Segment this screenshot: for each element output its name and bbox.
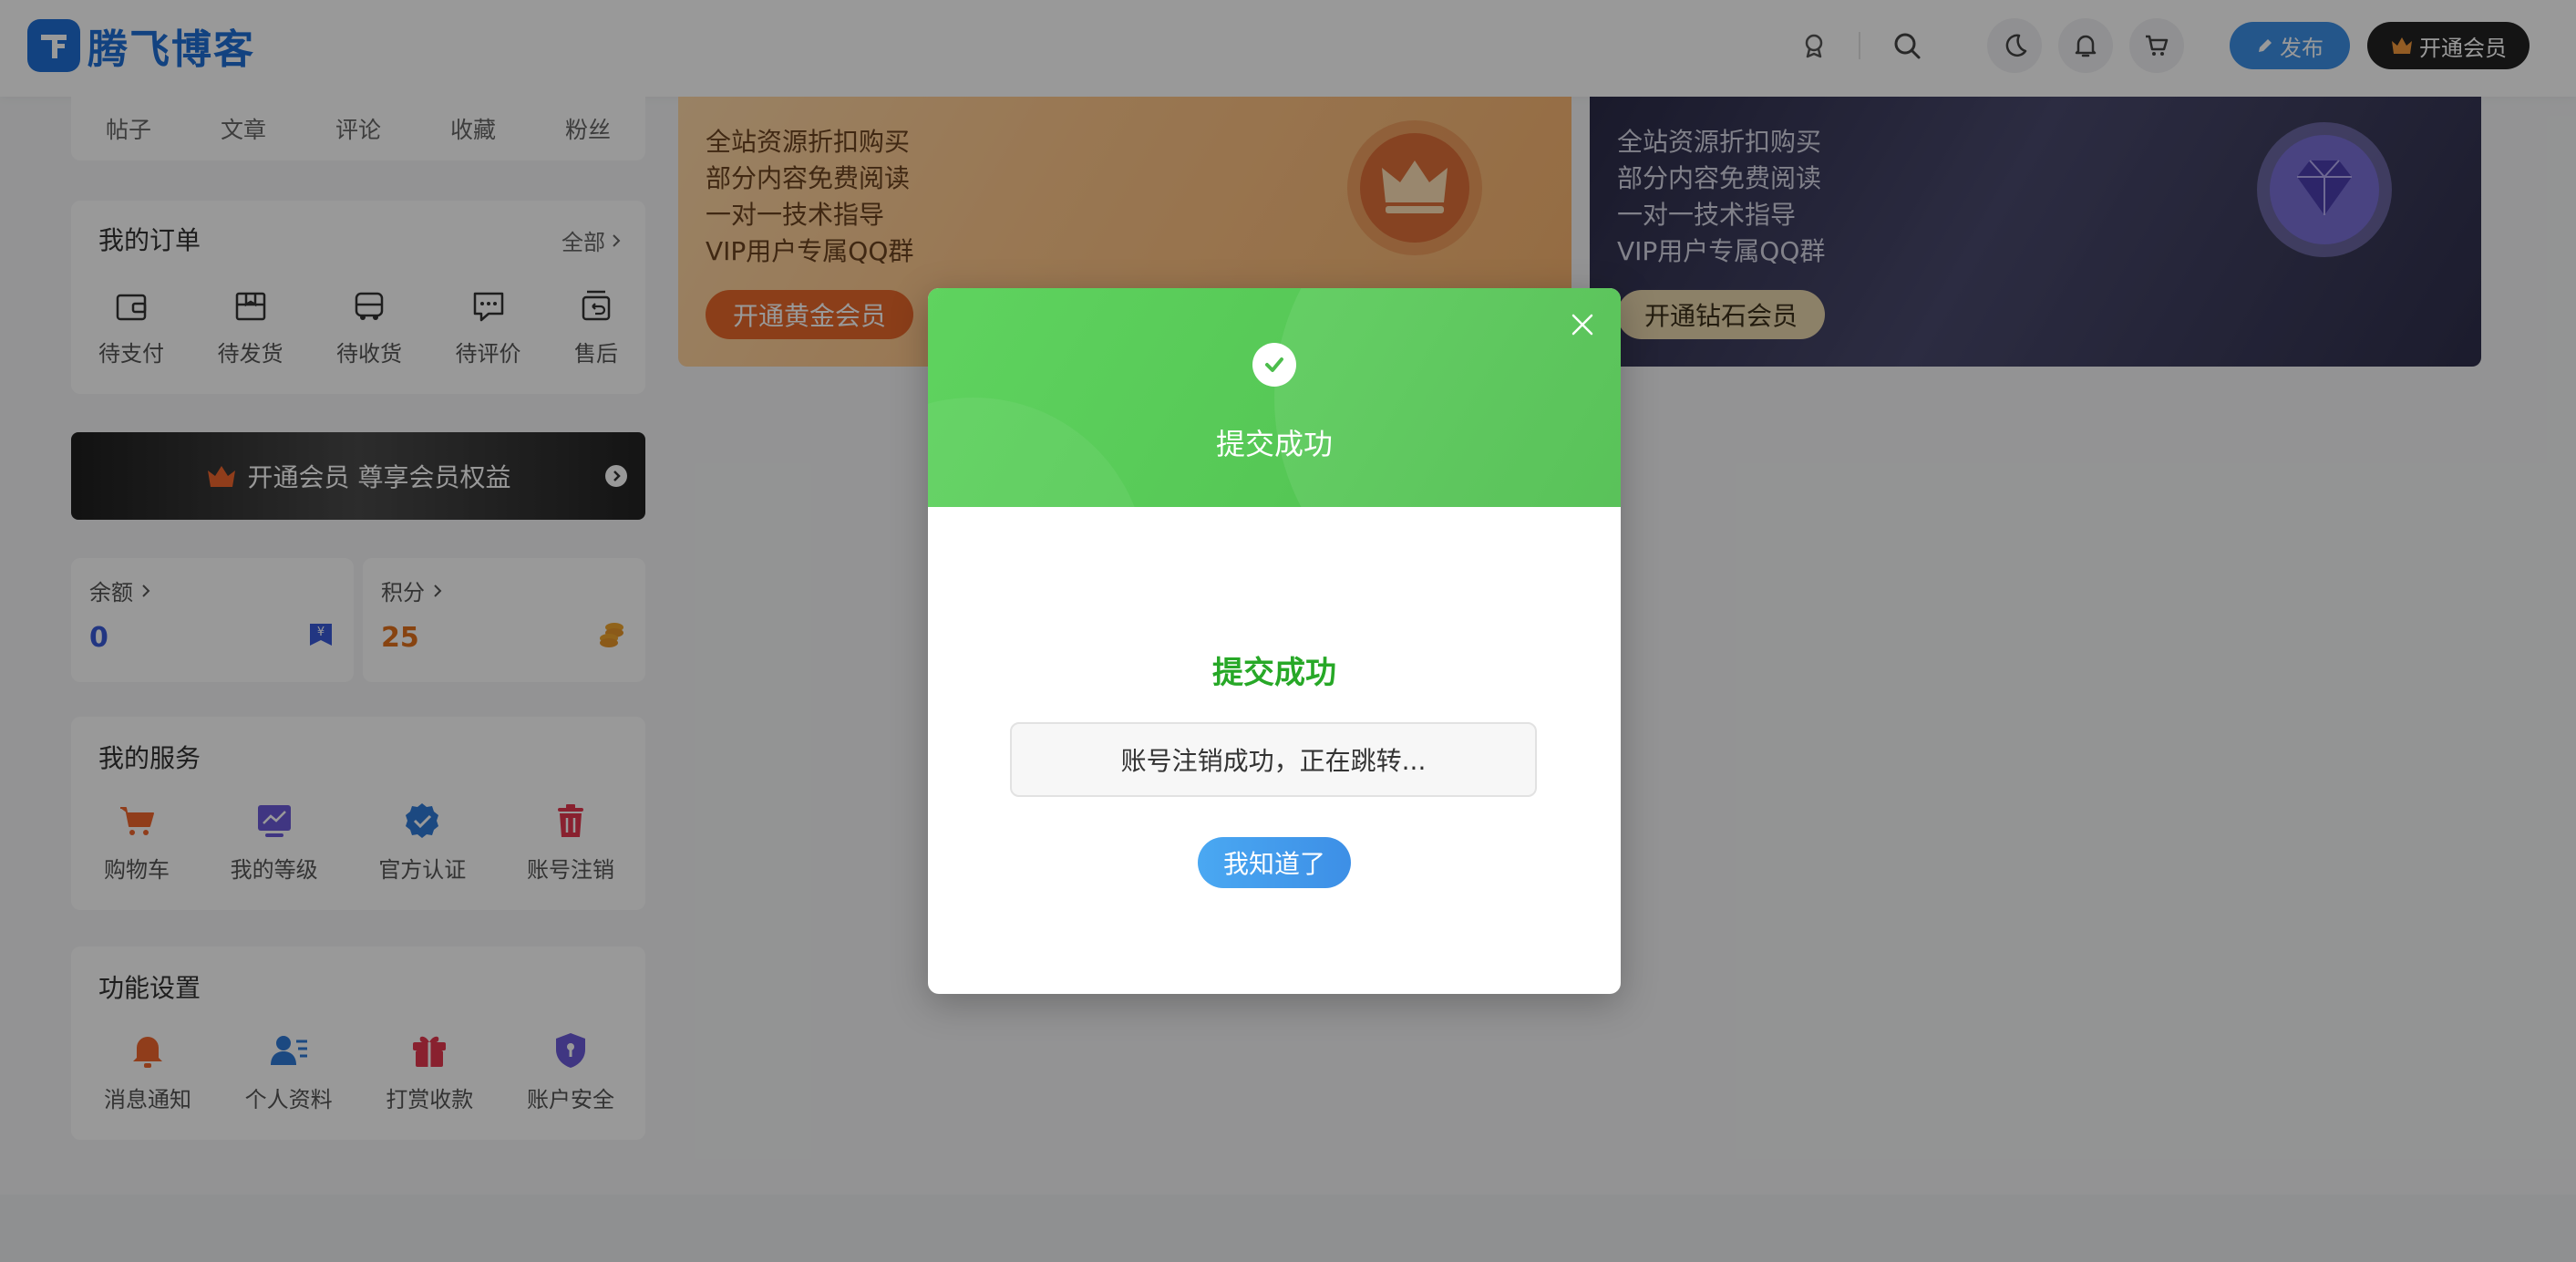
dialog-message: 账号注销成功，正在跳转... [1010,722,1537,797]
dialog-header-title: 提交成功 [1215,427,1333,461]
close-icon[interactable] [1566,308,1599,341]
check-circle-icon [1252,343,1296,387]
success-dialog: 提交成功 提交成功 账号注销成功，正在跳转... 我知道了 [928,288,1621,994]
dialog-header: 提交成功 [928,288,1621,507]
dialog-body-title: 提交成功 [1212,655,1336,691]
acknowledge-button[interactable]: 我知道了 [1198,837,1351,888]
